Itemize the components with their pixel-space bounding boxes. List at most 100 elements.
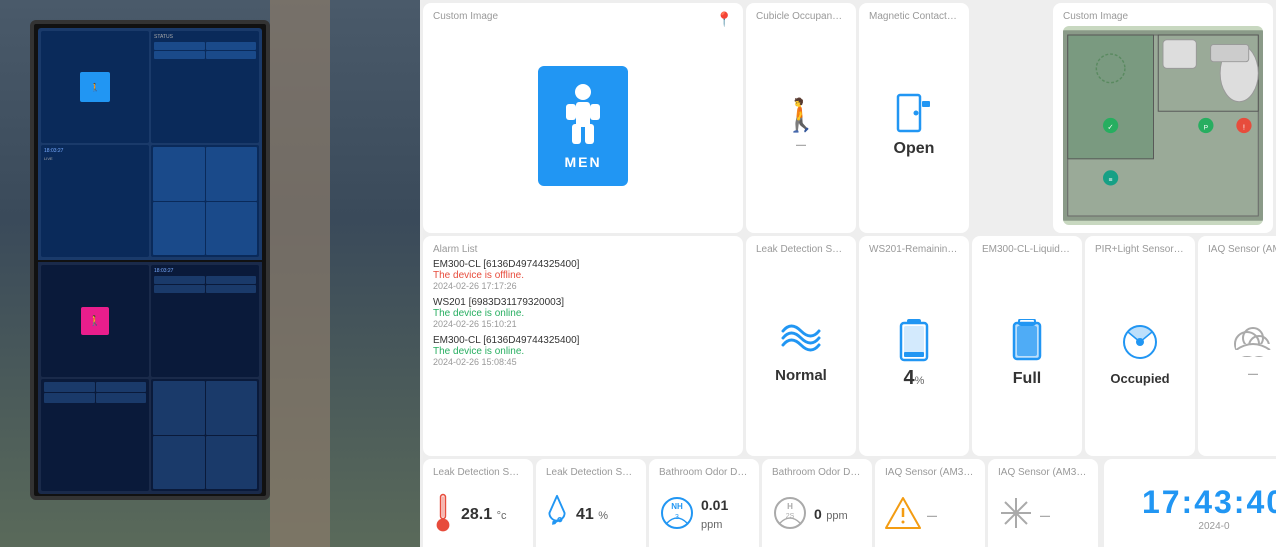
alarm-time-3: 2024-02-26 15:08:45 [433,357,733,367]
custom-image-title: Custom Image [433,11,733,22]
pir-svg [1120,322,1160,362]
odor-h2s-card: Bathroom Odor Detec... H 2S 0 ppm [762,459,872,547]
alarm-status-3: The device is online. [433,346,733,357]
leak-humid-value-group: 41 % [576,506,608,524]
odor-h2s-title: Bathroom Odor Detec... [772,467,862,478]
battery-svg [899,317,929,362]
iaq-sensor1-card: IAQ Sensor (AM319)... – [1198,236,1276,456]
iaq-sensor1-center: – [1208,259,1276,448]
svg-text:≡: ≡ [1109,177,1113,184]
odor-nh3-unit: ppm [701,519,722,531]
cloud-icon [1231,324,1275,363]
odor-nh3-title: Bathroom Odor Detec... [659,467,749,478]
men-sign: MEN [538,66,628,186]
ws201-remaining-card: WS201-Remaining A... 4 % [859,236,969,456]
leak-temp-unit: °c [497,510,507,522]
clock-time: 17:43:40 [1142,484,1276,521]
h2s-icon: H 2S [772,495,808,536]
leak-temp-value: 28.1 [461,506,492,523]
leak-humid-value: 41 [576,506,594,523]
alarm-status-1: The device is offline. [433,270,733,281]
alarm-scroll-area[interactable]: EM300-CL [6136D49744325400] The device i… [433,259,733,448]
odor-nh3-value: 0.01 [701,497,728,513]
door-icon [896,93,932,140]
alarm-list-title: Alarm List [433,244,733,255]
leak-detection-normal-center: Normal [756,259,846,448]
warning-icon [885,495,921,536]
odor-h2s-content: H 2S 0 ppm [772,482,862,547]
cubicle-value: – [796,134,806,155]
iaq-sensor3-title: IAQ Sensor (AM319)... [885,467,975,478]
leak-humid-title: Leak Detection Sensor... [546,467,636,478]
iaq-sensor4-content: – [998,482,1088,547]
iaq-sensor3-card: IAQ Sensor (AM319)... – [875,459,985,547]
svg-text:H: H [787,502,793,511]
odor-nh3-content: NH 3 0.01 ppm [659,482,749,547]
magnetic-title: Magnetic Contact Swi... [869,11,959,22]
floorplan-card: Custom Image [1053,3,1273,233]
location-pin-icon: 📍 [716,11,733,28]
cubicle-occupancy-card: Cubicle Occupancy Se... 🚶 – [746,3,856,233]
alarm-device-2: WS201 [6983D31179320003] [433,297,733,308]
svg-text:NH: NH [671,502,683,511]
humidity-icon [546,494,568,537]
magnetic-contact-icon [896,93,932,133]
humidity-svg [546,494,568,532]
left-photo-panel: 🚶 STATUS 18:03:27 LIVE [0,0,420,547]
men-label: MEN [564,154,601,170]
cloud-svg [1231,324,1275,358]
iaq-sensor3-value: – [927,505,937,526]
alarm-item-3: EM300-CL [6136D49744325400] The device i… [433,335,733,367]
svg-text:P: P [1204,124,1209,131]
odor-h2s-value: 0 [814,506,822,522]
row1-spacer [972,3,1050,233]
iaq-sensor1-title: IAQ Sensor (AM319)... [1208,244,1276,255]
ws201-value-container: 4 % [904,367,925,390]
custom-image-men-card: Custom Image MEN 📍 [423,3,743,233]
nh3-svg: NH 3 [659,495,695,531]
alarm-time-1: 2024-02-26 17:17:26 [433,281,733,291]
snowflake2-icon [998,495,1034,536]
warning-svg [885,495,921,531]
ws201-unit: % [915,375,925,387]
water-wave-icon [781,323,821,363]
iaq-sensor4-value: – [1040,505,1050,526]
leak-humid-content: 41 % [546,482,636,547]
nh3-icon: NH 3 [659,495,695,536]
em300-liquid-value: Full [1013,370,1041,388]
iaq-sensor4-title: IAQ Sensor (AM319)... [998,467,1088,478]
leak-temp-value-group: 28.1 °c [461,506,507,524]
iaq-sensor1-value: – [1248,363,1258,384]
ws201-value: 4 [904,367,915,390]
pir-light1-card: PIR+Light Sensor (WS... Occupied [1085,236,1195,456]
leak-temp-card: Leak Detection Sensor... 28.1 °c [423,459,533,547]
alarm-device-3: EM300-CL [6136D49744325400] [433,335,733,346]
ws201-title: WS201-Remaining A... [869,244,959,255]
em300-liquid-title: EM300-CL-Liquid Lev... [982,244,1072,255]
leak-normal-value: Normal [775,367,827,384]
alarm-time-2: 2024-02-26 15:10:21 [433,319,733,329]
thermometer-icon [433,493,453,538]
thermometer-svg [433,493,453,533]
alarm-list-card: Alarm List EM300-CL [6136D49744325400] T… [423,236,743,456]
ws201-center: 4 % [869,259,959,448]
cubicle-title: Cubicle Occupancy Se... [756,11,846,22]
floorplan-title: Custom Image [1063,11,1263,22]
wave-svg [781,323,821,358]
leak-humid-card: Leak Detection Sensor... 41 % [536,459,646,547]
magnetic-value: Open [894,140,935,158]
alarm-item-1: EM300-CL [6136D49744325400] The device i… [433,259,733,291]
magnetic-contact-card: Magnetic Contact Swi... Open [859,3,969,233]
pir-light1-center: Occupied [1095,259,1185,448]
men-icon-container: MEN [433,26,733,225]
floorplan-svg: ✓ P ! ≡ [1063,26,1263,225]
walk-icon: 🚶 [781,96,821,134]
container-icon [1011,319,1043,366]
clock-card: 17:43:40 2024-0 [1104,459,1276,547]
magnetic-center: Open [869,26,959,225]
alarm-item-2: WS201 [6983D31179320003] The device is o… [433,297,733,329]
alarm-status-2: The device is online. [433,308,733,319]
container-svg [1011,319,1043,361]
odor-nh3-card: Bathroom Odor Detec... NH 3 0.01 ppm [649,459,759,547]
leak-temp-title: Leak Detection Sensor... [433,467,523,478]
